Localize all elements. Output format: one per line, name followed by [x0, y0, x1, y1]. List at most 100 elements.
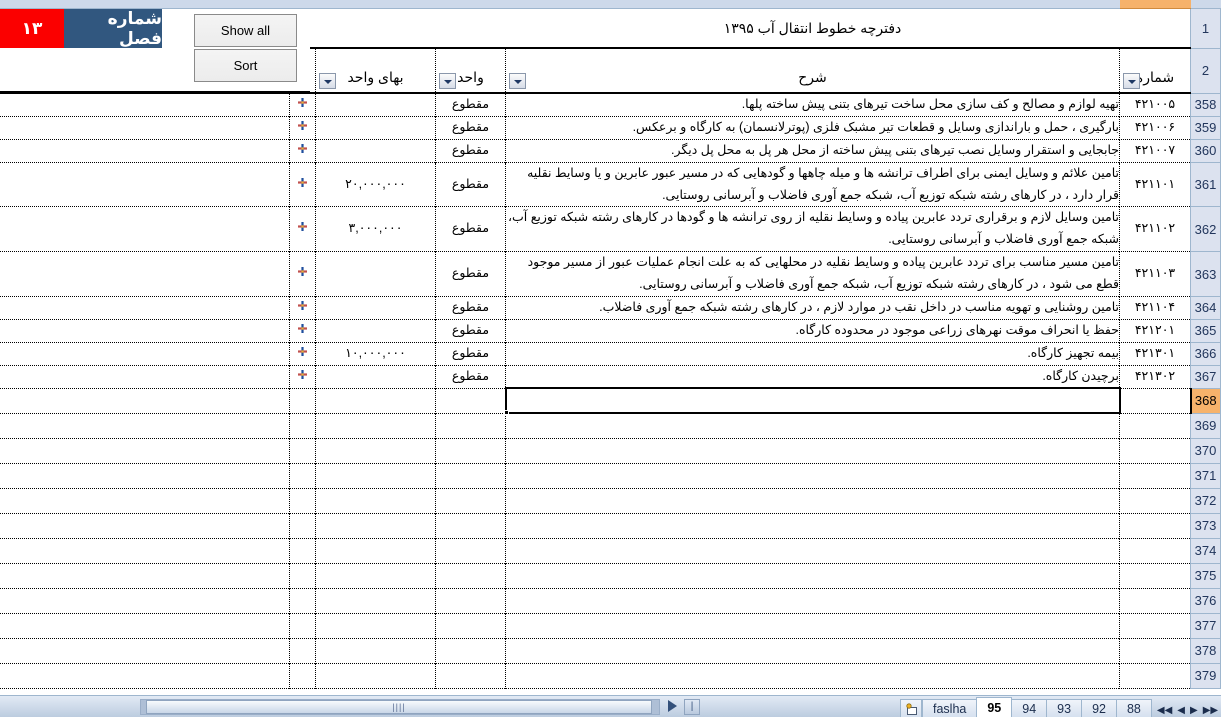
cell-marker[interactable] [289, 663, 316, 689]
cell-unit-price[interactable] [315, 563, 436, 589]
cell-item-number[interactable]: ۴۲۱۰۰۵ [1119, 93, 1191, 117]
cell-unit[interactable]: مقطوع [435, 139, 506, 163]
cell-unit[interactable]: مقطوع [435, 116, 506, 140]
spreadsheet-grid[interactable]: 1 دفترچه خطوط انتقال آب ۱۳۹۵ 2 شماره شرح… [0, 9, 1221, 695]
cell-marker[interactable] [289, 206, 316, 253]
cell-unit[interactable]: مقطوع [435, 251, 506, 297]
cell-description[interactable] [505, 538, 1120, 564]
cell-unit-price[interactable] [315, 296, 436, 320]
row-header[interactable]: 359 [1190, 116, 1221, 140]
cell-marker[interactable] [289, 139, 316, 163]
row-header[interactable]: 364 [1190, 296, 1221, 320]
cell-unit-price[interactable] [315, 365, 436, 389]
scroll-right-arrow-icon[interactable] [668, 700, 677, 712]
cell-marker[interactable] [289, 296, 316, 320]
cell-unit[interactable] [435, 638, 506, 664]
row-header[interactable]: 362 [1190, 206, 1221, 253]
title-row-unit-cell[interactable] [435, 9, 506, 49]
cell-marker[interactable] [289, 563, 316, 589]
filter-button-unit[interactable] [439, 73, 456, 89]
cell-unit-price[interactable] [315, 319, 436, 343]
cell-unit[interactable] [435, 413, 506, 439]
cell-unit-price[interactable] [315, 116, 436, 140]
cell-description[interactable]: تامین وسایل لازم و برقراری تردد عابرین پ… [505, 206, 1120, 253]
cell-item-number[interactable]: ۴۲۱۱۰۱ [1119, 162, 1191, 208]
row-header[interactable]: 360 [1190, 139, 1221, 163]
cell-item-number[interactable] [1119, 463, 1191, 489]
row-header[interactable]: 372 [1190, 488, 1221, 514]
cell-unit[interactable] [435, 513, 506, 539]
cell-unit-price[interactable] [315, 93, 436, 117]
cell-marker[interactable] [289, 162, 316, 208]
cell-item-number[interactable]: ۴۲۱۲۰۱ [1119, 319, 1191, 343]
cell-item-number[interactable] [1119, 663, 1191, 689]
filter-button-unit-price[interactable] [319, 73, 336, 89]
cell-item-number[interactable] [1119, 638, 1191, 664]
cell-item-number[interactable] [1119, 588, 1191, 614]
cell-marker[interactable] [289, 319, 316, 343]
row-header[interactable]: 379 [1190, 663, 1221, 689]
row-header[interactable]: 358 [1190, 93, 1221, 117]
active-cell[interactable] [503, 387, 1121, 416]
cell-unit-price[interactable]: ۱۰,۰۰۰,۰۰۰ [315, 342, 436, 366]
cell-unit[interactable] [435, 488, 506, 514]
cell-description[interactable]: تهیه لوازم و مصالح و کف سازی محل ساخت تی… [505, 93, 1120, 117]
cell-marker[interactable] [289, 538, 316, 564]
cell-marker[interactable] [289, 463, 316, 489]
cell-marker[interactable] [289, 251, 316, 297]
row-header[interactable]: 376 [1190, 588, 1221, 614]
cell-marker[interactable] [289, 388, 316, 414]
cell-description[interactable] [505, 488, 1120, 514]
cell-unit-price[interactable]: ۲۰,۰۰۰,۰۰۰ [315, 162, 436, 208]
header-unit[interactable]: واحد [435, 48, 506, 94]
cell-unit[interactable] [435, 388, 506, 414]
filter-button-number[interactable] [1123, 73, 1140, 89]
cell-unit-price[interactable] [315, 488, 436, 514]
sheet-tab-faslha[interactable]: faslha [922, 699, 978, 717]
cell-item-number[interactable] [1119, 513, 1191, 539]
row-header[interactable]: 374 [1190, 538, 1221, 564]
cell-description[interactable] [505, 513, 1120, 539]
cell-item-number[interactable]: ۴۲۱۱۰۴ [1119, 296, 1191, 320]
cell-unit-price[interactable] [315, 413, 436, 439]
cell-unit-price[interactable] [315, 463, 436, 489]
cell-item-number[interactable] [1119, 613, 1191, 639]
split-handle[interactable]: | [684, 699, 700, 715]
cell-unit-price[interactable] [315, 538, 436, 564]
cell-unit[interactable] [435, 438, 506, 464]
cell-unit[interactable]: مقطوع [435, 93, 506, 117]
cell-item-number[interactable] [1119, 488, 1191, 514]
row-header-active[interactable]: 368 [1189, 388, 1221, 414]
title-row-number-cell[interactable] [1119, 9, 1191, 49]
cell-item-number[interactable]: ۴۲۱۱۰۳ [1119, 251, 1191, 297]
cell-description[interactable] [505, 563, 1120, 589]
cell-unit[interactable] [435, 588, 506, 614]
cell-unit[interactable]: مقطوع [435, 365, 506, 389]
cell-description[interactable]: جابجایی و استقرار وسایل نصب تیرهای بتنی … [505, 139, 1120, 163]
sheet-tab-88[interactable]: 88 [1115, 699, 1152, 717]
cell-item-number[interactable] [1119, 563, 1191, 589]
cell-marker[interactable] [289, 342, 316, 366]
cell-description[interactable] [505, 613, 1120, 639]
sheet-tab-94[interactable]: 94 [1011, 699, 1048, 717]
row-header[interactable]: 375 [1190, 563, 1221, 589]
cell-marker[interactable] [289, 438, 316, 464]
cell-unit[interactable] [435, 463, 506, 489]
cell-marker[interactable] [289, 413, 316, 439]
cell-unit[interactable]: مقطوع [435, 342, 506, 366]
cell-unit[interactable] [435, 613, 506, 639]
row-header[interactable]: 370 [1190, 438, 1221, 464]
header-number[interactable]: شماره [1119, 48, 1191, 94]
sort-button[interactable]: Sort [194, 49, 297, 82]
show-all-button[interactable]: Show all [194, 14, 297, 47]
cell-item-number[interactable]: ۴۲۱۳۰۱ [1119, 342, 1191, 366]
cell-description[interactable] [505, 438, 1120, 464]
cell-unit-price[interactable] [315, 613, 436, 639]
cell-item-number[interactable] [1119, 388, 1191, 414]
cell-unit-price[interactable] [315, 251, 436, 297]
row-header[interactable]: 373 [1190, 513, 1221, 539]
cell-item-number[interactable]: ۴۲۱۳۰۲ [1119, 365, 1191, 389]
cell-marker[interactable] [289, 638, 316, 664]
cell-description[interactable] [505, 463, 1120, 489]
cell-unit-price[interactable]: ۳,۰۰۰,۰۰۰ [315, 206, 436, 253]
